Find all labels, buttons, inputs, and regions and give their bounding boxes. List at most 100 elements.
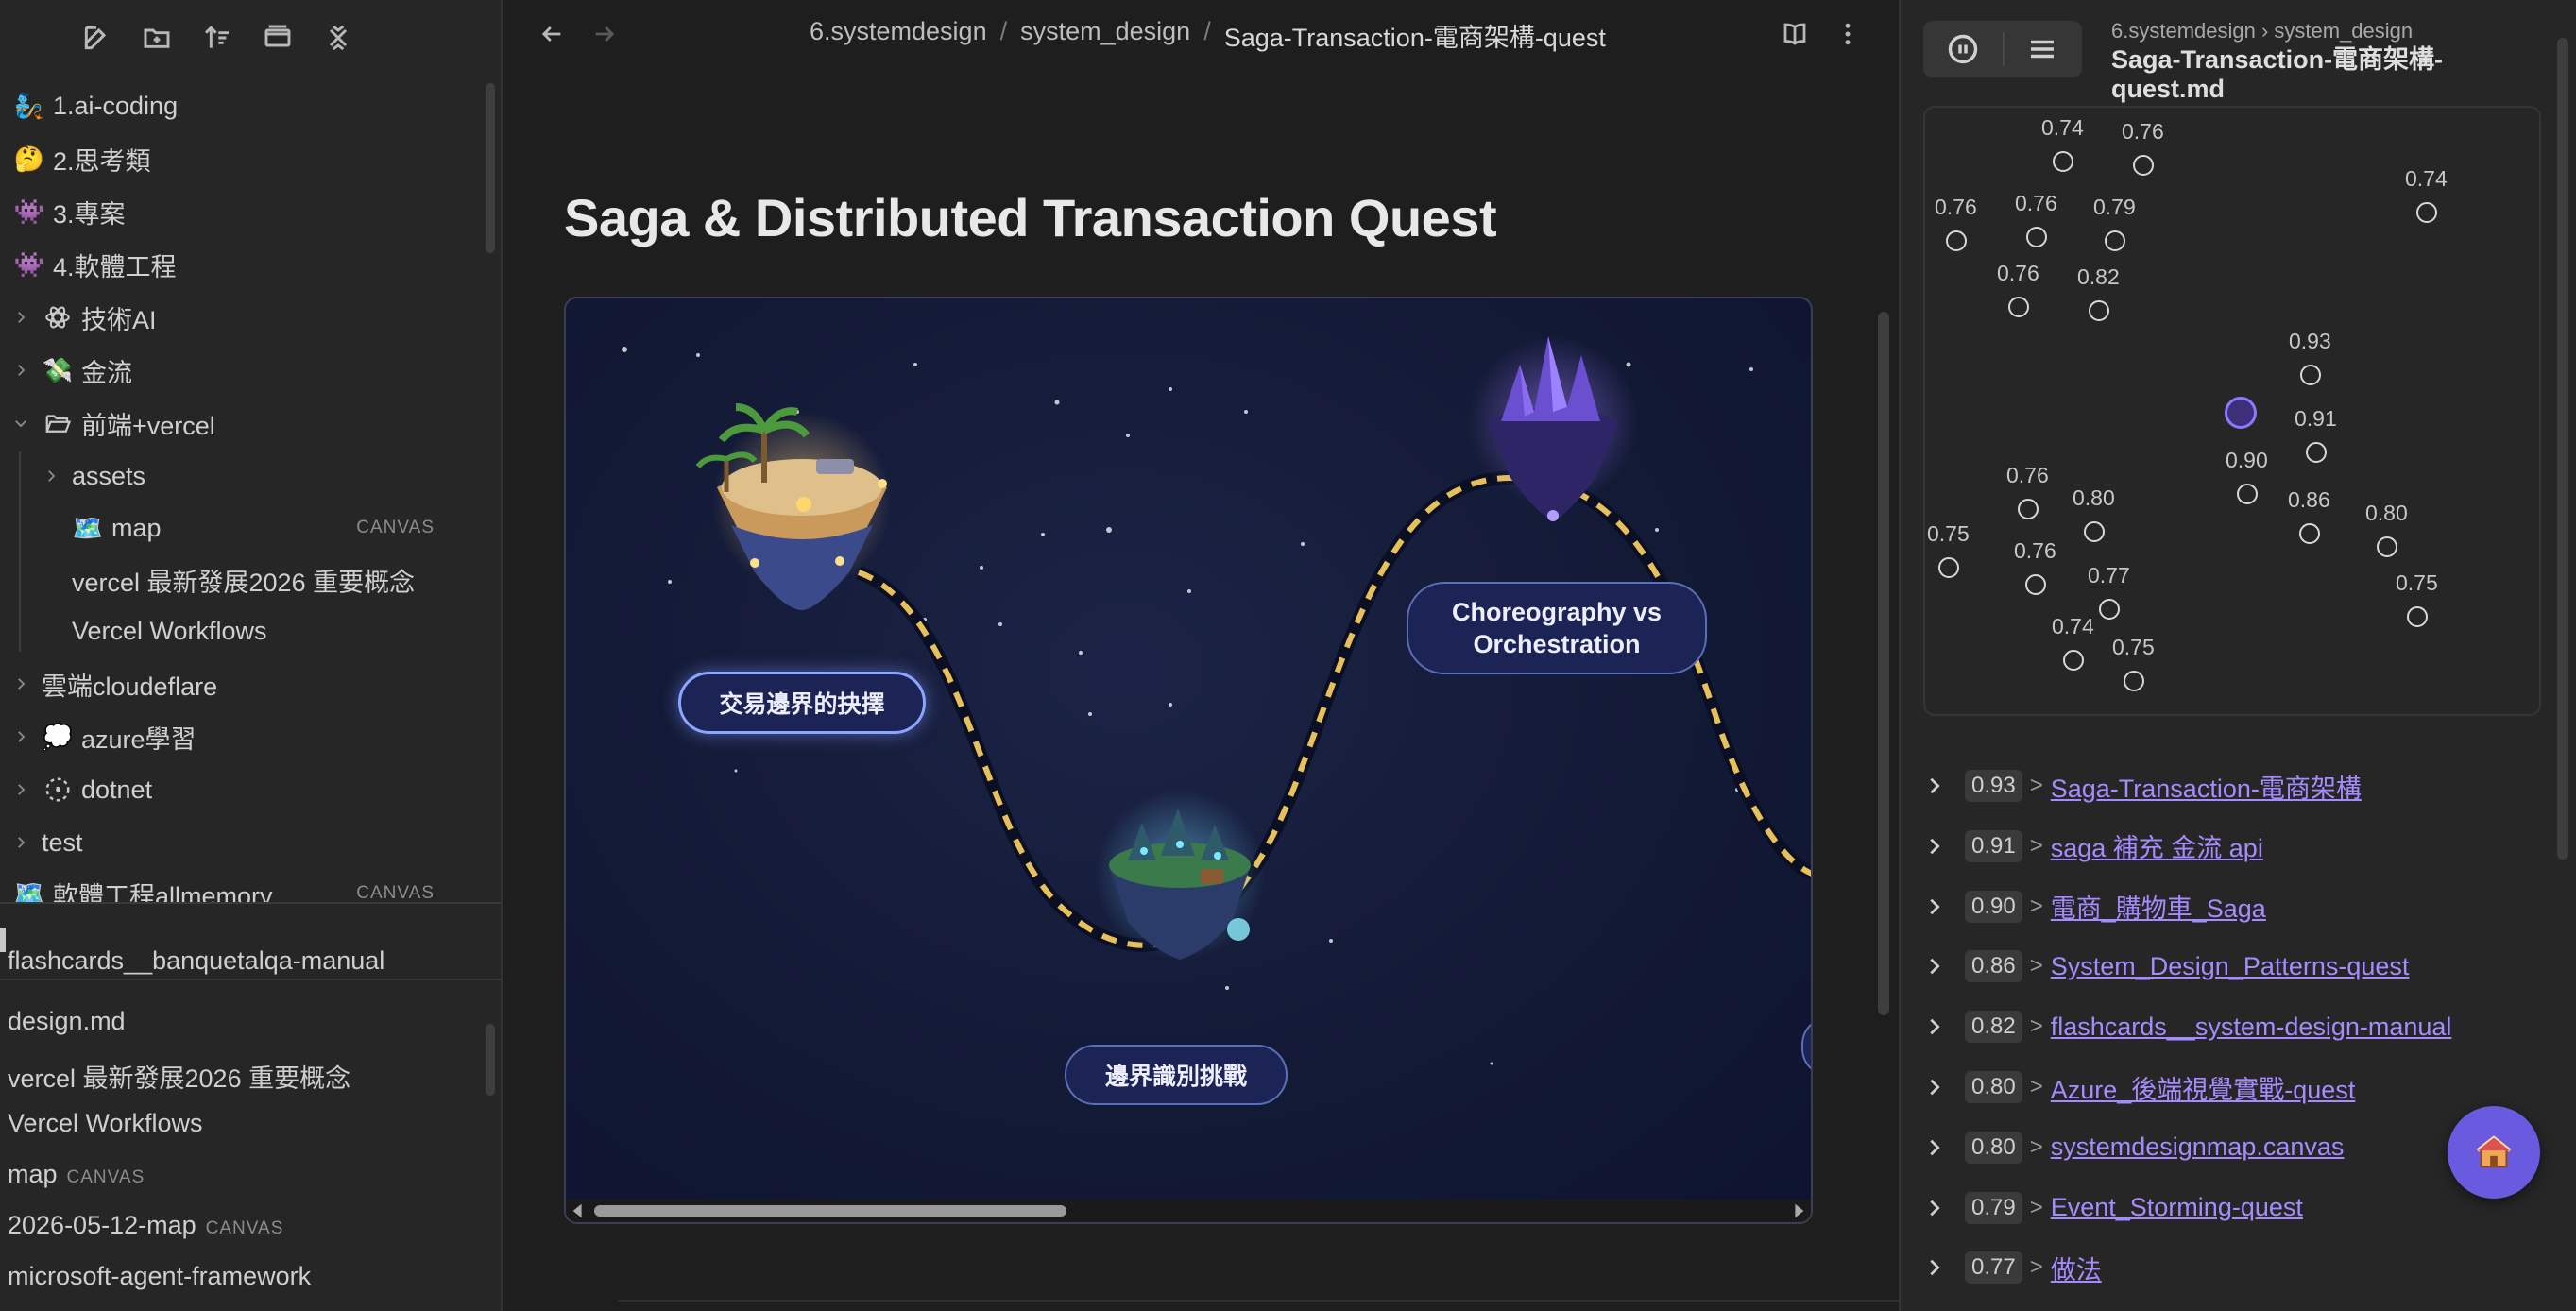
breadcrumb-folder[interactable]: 6.systemdesign xyxy=(810,17,987,54)
graph-node[interactable] xyxy=(1938,557,1959,578)
graph-node[interactable] xyxy=(2025,574,2046,595)
graph-node[interactable] xyxy=(2124,671,2144,691)
tree-item[interactable]: 🤔 2.思考類 xyxy=(0,134,482,183)
explorer-scrollbar[interactable] xyxy=(486,83,495,253)
graph-current-node[interactable] xyxy=(2225,397,2257,429)
chevron-right-icon[interactable] xyxy=(1919,1193,1950,1223)
graph-node[interactable] xyxy=(2105,230,2125,251)
panel-divider[interactable] xyxy=(0,902,501,904)
chevron-right-icon[interactable] xyxy=(1919,771,1950,801)
similar-note-link[interactable]: systemdesignmap.canvas xyxy=(2051,1132,2345,1162)
similar-note-link[interactable]: flashcards__system-design-manual xyxy=(2051,1013,2452,1042)
panel-scrollbar[interactable] xyxy=(2557,38,2568,860)
forest-island[interactable] xyxy=(1095,790,1265,960)
quest-map-embed[interactable]: 交易邊界的抉擇 Choreography vs Orchestration 邊界… xyxy=(564,297,1813,1224)
sort-icon[interactable] xyxy=(196,17,238,59)
graph-node[interactable] xyxy=(2026,227,2047,247)
tree-item[interactable]: dotnet xyxy=(0,765,482,814)
close-all-icon[interactable] xyxy=(317,17,359,59)
graph-node[interactable] xyxy=(2299,523,2320,544)
chevron-right-icon[interactable] xyxy=(1919,951,1950,981)
recent-scrollbar[interactable] xyxy=(486,1024,495,1096)
similar-note-row[interactable]: 0.91 > saga 補充 金流 api xyxy=(1919,820,2543,873)
more-options-icon[interactable] xyxy=(1829,15,1867,53)
back-arrow-icon[interactable] xyxy=(535,17,569,51)
new-folder-icon[interactable] xyxy=(136,17,178,59)
new-note-icon[interactable] xyxy=(76,17,117,59)
graph-node[interactable] xyxy=(2063,650,2084,671)
tree-item[interactable]: 技術AI xyxy=(0,293,482,342)
reading-view-icon[interactable] xyxy=(1776,15,1814,53)
similar-note-row[interactable]: 0.86 > System_Design_Patterns-quest xyxy=(1919,940,2543,993)
similar-note-link[interactable]: Azure_後端視覺實戰-quest xyxy=(2051,1069,2356,1106)
recent-file-item[interactable]: vercel 最新發展2026 重要概念 xyxy=(8,1058,350,1095)
similarity-graph[interactable]: 0.74 0.76 0.74 0.76 0.76 0.79 0.76 0.82 0.93 0.91… xyxy=(1923,106,2541,716)
graph-node[interactable] xyxy=(2416,202,2437,223)
editor-scrollbar[interactable] xyxy=(1878,312,1889,1015)
graph-node[interactable] xyxy=(1946,230,1967,251)
recent-file-item[interactable]: flashcards__banquetalqa-manual xyxy=(8,946,384,976)
graph-node[interactable] xyxy=(2237,484,2258,504)
tree-item[interactable]: 👾 4.軟體工程 xyxy=(0,240,482,289)
tree-item[interactable]: 前端+vercel xyxy=(0,399,482,448)
chevron-right-icon[interactable] xyxy=(9,673,32,695)
tree-item[interactable]: Vercel Workflows xyxy=(0,606,482,656)
recent-file-item[interactable]: design.md xyxy=(8,1007,126,1036)
graph-node[interactable] xyxy=(2407,606,2428,627)
tree-item[interactable]: 🗺️ map CANVAS xyxy=(0,503,482,553)
similar-note-link[interactable]: 做法 xyxy=(2051,1250,2102,1286)
chevron-right-icon[interactable] xyxy=(40,465,62,487)
chevron-right-icon[interactable] xyxy=(1919,1132,1950,1163)
chevron-right-icon[interactable] xyxy=(1919,1012,1950,1042)
recent-file-item[interactable]: map CANVAS xyxy=(8,1160,145,1189)
tree-item[interactable]: 🧞 1.ai-coding xyxy=(0,81,482,130)
similar-note-link[interactable]: Event_Storming-quest xyxy=(2051,1193,2303,1222)
tree-item[interactable]: 🗺️ 軟體工程allmemory CANVAS xyxy=(0,869,482,904)
graph-node[interactable] xyxy=(2089,300,2109,321)
graph-node[interactable] xyxy=(2099,599,2120,620)
tree-item[interactable]: assets xyxy=(0,451,482,501)
similar-note-link[interactable]: saga 補充 金流 api xyxy=(2051,827,2263,864)
quest-label-transaction-boundary[interactable]: 交易邊界的抉擇 xyxy=(678,672,926,734)
chevron-right-icon[interactable] xyxy=(9,725,32,748)
scroll-left-icon[interactable] xyxy=(570,1202,587,1219)
scroll-right-icon[interactable] xyxy=(1790,1202,1807,1219)
tree-item[interactable]: vercel 最新發展2026 重要概念 xyxy=(0,555,482,604)
similar-note-row[interactable]: 0.77 > 做法 xyxy=(1919,1241,2543,1294)
list-view-button[interactable] xyxy=(2003,21,2082,77)
chevron-down-icon[interactable] xyxy=(9,412,32,434)
graph-node[interactable] xyxy=(2084,521,2105,542)
chevron-right-icon[interactable] xyxy=(1919,892,1950,922)
chevron-right-icon[interactable] xyxy=(1919,831,1950,861)
chevron-right-icon[interactable] xyxy=(9,359,32,382)
recent-file-item[interactable]: Vercel Workflows xyxy=(8,1109,203,1138)
similar-note-link[interactable]: Saga-Transaction-電商架構 xyxy=(2051,768,2362,805)
chevron-right-icon[interactable] xyxy=(9,778,32,801)
graph-node[interactable] xyxy=(2300,365,2321,385)
collapse-view-icon[interactable] xyxy=(257,17,299,59)
quest-label-choreography[interactable]: Choreography vs Orchestration xyxy=(1407,582,1707,674)
forward-arrow-icon[interactable] xyxy=(588,17,622,51)
similar-note-row[interactable]: 0.82 > flashcards__system-design-manual xyxy=(1919,1000,2543,1053)
graph-node[interactable] xyxy=(2018,499,2039,519)
tree-item[interactable]: 💸 金流 xyxy=(0,346,482,395)
graph-node[interactable] xyxy=(2133,155,2154,176)
graph-node[interactable] xyxy=(2377,536,2397,557)
map-horizontal-scrollbar[interactable] xyxy=(566,1200,1811,1222)
chevron-right-icon[interactable] xyxy=(1919,1072,1950,1102)
tree-item[interactable]: 👾 3.專案 xyxy=(0,187,482,236)
similar-note-link[interactable]: 電商_購物車_Saga xyxy=(2051,888,2266,925)
crystal-island[interactable] xyxy=(1468,336,1638,521)
tree-item[interactable]: 雲端cloudeflare xyxy=(0,659,482,708)
breadcrumb-subfolder[interactable]: system_design xyxy=(1020,17,1190,54)
graph-node[interactable] xyxy=(2306,442,2327,463)
similar-note-link[interactable]: System_Design_Patterns-quest xyxy=(2051,952,2410,981)
similar-note-row[interactable]: 0.79 > Event_Storming-quest xyxy=(1919,1182,2543,1234)
similar-note-row[interactable]: 0.93 > Saga-Transaction-電商架構 xyxy=(1919,759,2543,812)
breadcrumb-file[interactable]: Saga-Transaction-電商架構-quest xyxy=(1224,17,1606,54)
graph-node[interactable] xyxy=(2053,151,2073,172)
tree-item[interactable]: test xyxy=(0,818,482,867)
quest-label-boundary-identify[interactable]: 邊界識別挑戰 xyxy=(1065,1045,1288,1105)
chevron-right-icon[interactable] xyxy=(9,306,32,329)
recent-file-item[interactable]: 2026-05-12-map CANVAS xyxy=(8,1211,283,1240)
